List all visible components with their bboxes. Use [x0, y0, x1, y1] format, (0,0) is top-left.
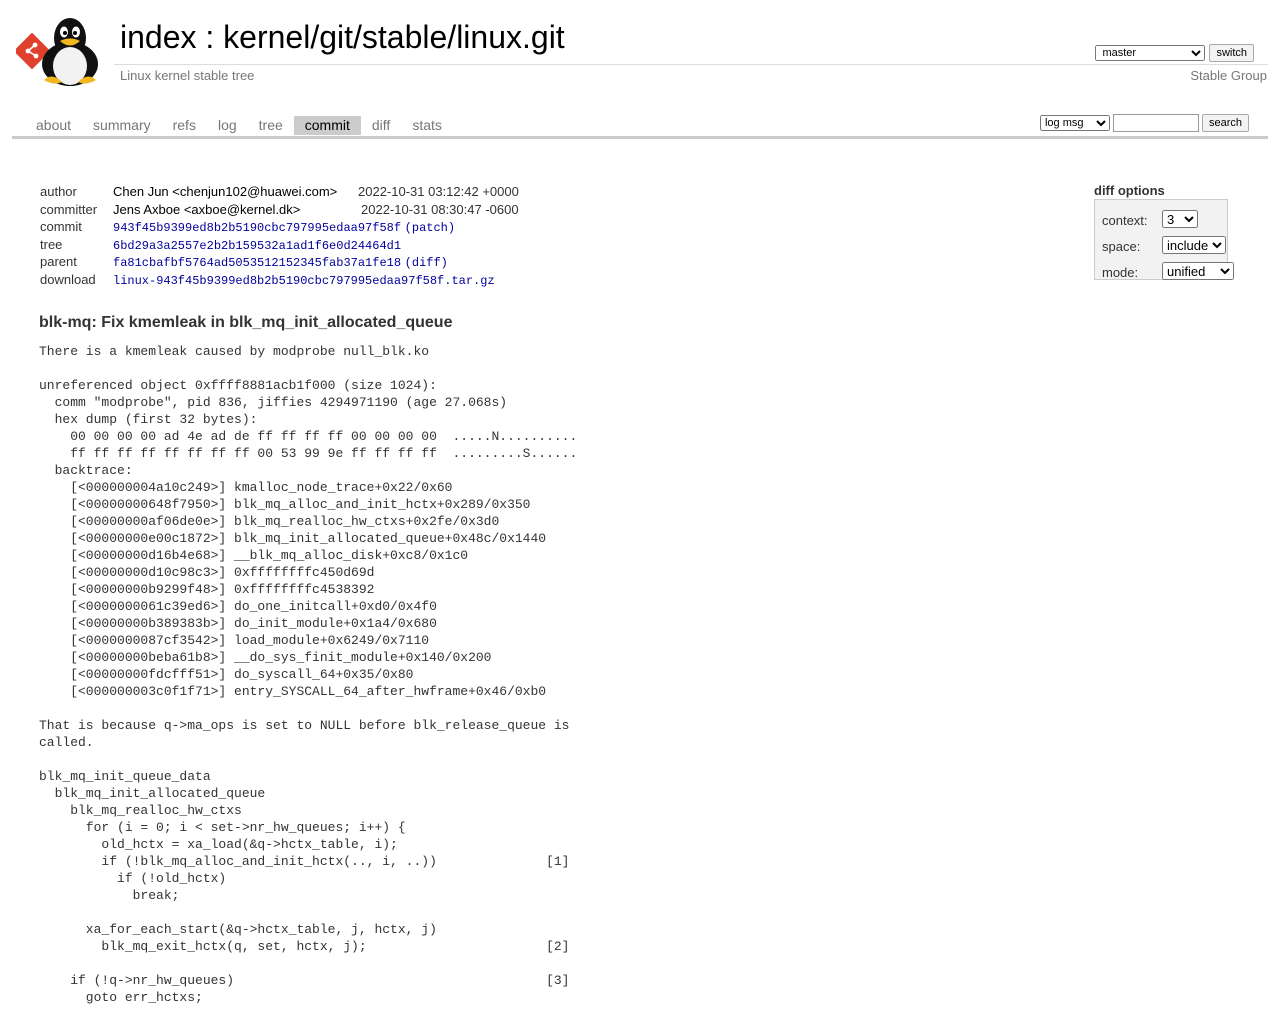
- space-select[interactable]: include: [1162, 236, 1226, 254]
- switch-button[interactable]: switch: [1209, 44, 1254, 62]
- commit-subject: blk-mq: Fix kmemleak in blk_mq_init_allo…: [39, 314, 453, 331]
- tux-penguin-icon: [42, 18, 98, 86]
- tab-summary[interactable]: summary: [82, 116, 162, 135]
- commit-message: There is a kmemleak caused by modprobe n…: [39, 344, 578, 1005]
- committer-label: committer: [40, 201, 98, 217]
- context-label: context:: [1102, 213, 1148, 228]
- search-input[interactable]: [1112, 114, 1199, 132]
- parent-label: parent: [40, 254, 77, 269]
- commit-hash-link[interactable]: 943f45b9399ed8b2b5190cbc797995edaa97f58f: [113, 221, 401, 235]
- context-row: context: 3: [1102, 210, 1198, 228]
- space-row: space: include: [1102, 236, 1226, 254]
- search-mode-select[interactable]: log msg: [1039, 115, 1110, 131]
- tab-refs[interactable]: refs: [162, 116, 207, 135]
- header-divider: [114, 64, 1268, 65]
- space-label: space:: [1102, 239, 1141, 254]
- search-form: log msg search: [1039, 114, 1249, 132]
- branch-select[interactable]: master: [1095, 45, 1206, 61]
- title-separator: :: [196, 19, 224, 55]
- context-select[interactable]: 3: [1162, 210, 1198, 228]
- repo-link[interactable]: kernel/git/stable/linux.git: [223, 19, 565, 55]
- tree-label: tree: [40, 236, 63, 252]
- search-button[interactable]: search: [1201, 114, 1249, 132]
- tab-about[interactable]: about: [25, 116, 82, 135]
- committer-value: Jens Axboe <axboe@kernel.dk>: [113, 201, 301, 217]
- branch-switch-form: master switch: [1095, 44, 1254, 62]
- parent-hash-link[interactable]: fa81cbafbf5764ad5053512152345fab37a1fe18: [113, 256, 401, 270]
- page-title: index : kernel/git/stable/linux.git: [120, 18, 565, 56]
- diff-link[interactable]: (diff): [405, 256, 448, 270]
- tab-tree[interactable]: tree: [248, 116, 294, 135]
- index-link[interactable]: index: [120, 19, 197, 55]
- mode-row: mode: unified: [1102, 262, 1234, 280]
- mode-label: mode:: [1102, 265, 1139, 280]
- patch-link[interactable]: (patch): [405, 221, 455, 235]
- diff-options-box: context: 3 space: include mode: unified: [1094, 199, 1234, 280]
- download-link[interactable]: linux-943f45b9399ed8b2b5190cbc797995edaa…: [113, 274, 495, 288]
- commit-label: commit: [40, 219, 82, 234]
- repo-description: Linux kernel stable tree: [120, 68, 255, 83]
- author-label: author: [40, 184, 77, 199]
- committer-date: 2022-10-31 08:30:47 -0600: [361, 201, 519, 217]
- repo-owner: Stable Group: [1190, 68, 1267, 83]
- diff-options-panel: diff options context: 3 space: include m…: [1094, 183, 1234, 280]
- cgit-logo[interactable]: [16, 14, 110, 86]
- tab-diff[interactable]: diff: [361, 116, 401, 135]
- tab-commit[interactable]: commit: [293, 116, 361, 135]
- tab-stats[interactable]: stats: [401, 116, 453, 135]
- diff-options-heading: diff options: [1094, 183, 1165, 198]
- author-date: 2022-10-31 03:12:42 +0000: [358, 184, 519, 199]
- download-label: download: [40, 271, 96, 287]
- tree-hash-link[interactable]: 6bd29a3a2557e2b2b159532a1ad1f6e0d24464d1: [113, 239, 401, 253]
- tab-log[interactable]: log: [207, 116, 248, 135]
- mode-select[interactable]: unified: [1162, 262, 1234, 280]
- author-value: Chen Jun <chenjun102@huawei.com>: [113, 184, 338, 199]
